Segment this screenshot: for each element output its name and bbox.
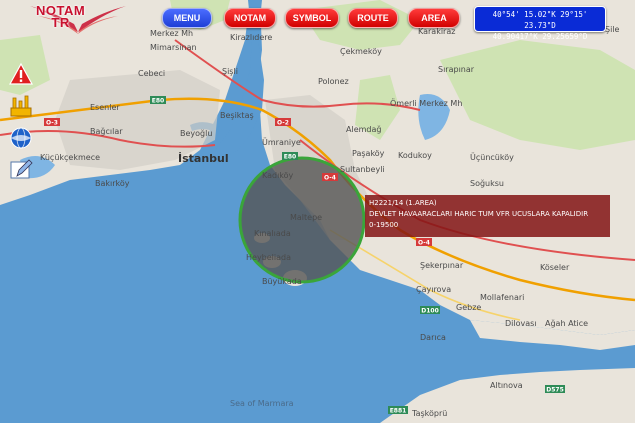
place-koseler: Köseler [540,263,570,272]
place-sekerpinar: Şekerpınar [420,261,464,270]
place-umraniye: Ümraniye [262,137,301,147]
area-button[interactable]: AREA [408,8,460,28]
road-label-o2: O-2 [277,120,289,127]
place-karakiraz: Karakiraz [418,27,455,36]
road-label-o4b: O-4 [418,240,430,247]
notam-button[interactable]: NOTAM [224,8,276,28]
place-polonez: Polonez [318,77,349,86]
bar-chart-icon[interactable] [9,94,33,118]
place-dilovasi: Dilovası [505,319,537,328]
place-sea-of-marmara: Sea of Marmara [230,399,294,408]
place-istanbul: İstanbul [178,151,229,165]
place-buyukada: Büyükada [262,277,302,286]
road-label-o3: O-3 [46,120,58,127]
notam-altitude: 0-19500 [369,221,399,229]
place-cekmekoy: Çekmeköy [340,47,382,56]
place-agahatice: Ağah Atice [545,319,588,328]
place-kinaliada: Kınalıada [254,229,291,238]
coordinate-readout: 40°54' 15.02"K 29°15' 23.73"D 40.90417°K… [474,6,606,41]
notam-info-popup[interactable]: H2221/14 (1.AREA) DEVLET HAVAARACLARI HA… [365,195,610,237]
place-sirapinar: Sırapınar [438,65,475,74]
place-besiktas: Beşiktaş [220,111,254,120]
coordinate-decimal: 40.90417°K 29.25659°D [492,32,588,41]
menu-button[interactable]: MENU [162,8,212,28]
road-label-d575: D575 [546,387,564,394]
place-cebeci: Cebeci [138,69,165,78]
place-taskopru: Taşköprü [411,409,447,418]
place-ucuncukoy: Üçüncüköy [470,152,514,162]
place-mimarsinan: Mimarsinan [150,43,197,52]
warning-icon[interactable] [9,62,33,86]
logo-line2: TR [51,15,70,30]
symbol-button[interactable]: SYMBOL [285,8,339,28]
route-button[interactable]: ROUTE [348,8,398,28]
place-bakirkoy: Bakırköy [95,179,130,188]
place-sultanbeyli: Sultanbeyli [340,165,385,174]
place-alemdag: Alemdağ [346,125,381,134]
place-merkez1: Merkez Mh [150,29,193,38]
place-esenler: Esenler [90,103,120,112]
road-label-o4a: O-4 [324,175,336,182]
place-kirazlidere: Kirazlıdere [230,33,272,42]
edit-icon[interactable] [9,158,33,182]
place-bagcilar: Bağcılar [90,127,123,136]
place-kucukcekmece: Küçükçekmece [40,153,100,162]
place-pasakoy: Paşaköy [352,149,385,158]
globe-icon[interactable] [9,126,33,150]
place-kadikoy: Kadıköy [262,171,294,180]
place-kodukoy: Kodukoy [398,151,432,160]
notam-id: H2221/14 (1.AREA) [369,199,437,207]
place-cayirova: Çayırova [416,285,451,294]
place-soguksu: Soğuksu [470,179,504,188]
road-label-e80b: E80 [284,154,296,161]
road-label-e881: E881 [390,408,407,415]
place-sile: Şile [605,25,620,34]
place-gebze: Gebze [456,303,481,312]
place-mollafenari: Mollafenari [480,293,524,302]
notam-text: DEVLET HAVAARACLARI HARIC TUM VFR UCUSLA… [369,210,589,218]
place-merkez2: Ömerli Merkez Mh [390,98,462,108]
logo-text: NOTAM TR [36,4,85,30]
place-altinova: Altınova [490,381,523,390]
place-sisli: Şişli [222,67,238,76]
place-beyoglu: Beyoğlu [180,129,212,138]
road-label-d100: D100 [421,308,439,315]
coordinate-dms: 40°54' 15.02"K 29°15' 23.73"D [492,10,588,30]
place-heybeliada: Heybeliada [246,253,291,262]
place-maltepe: Maltepe [290,213,322,222]
place-darica: Darıca [420,333,446,342]
road-label-e80a: E80 [152,98,164,105]
